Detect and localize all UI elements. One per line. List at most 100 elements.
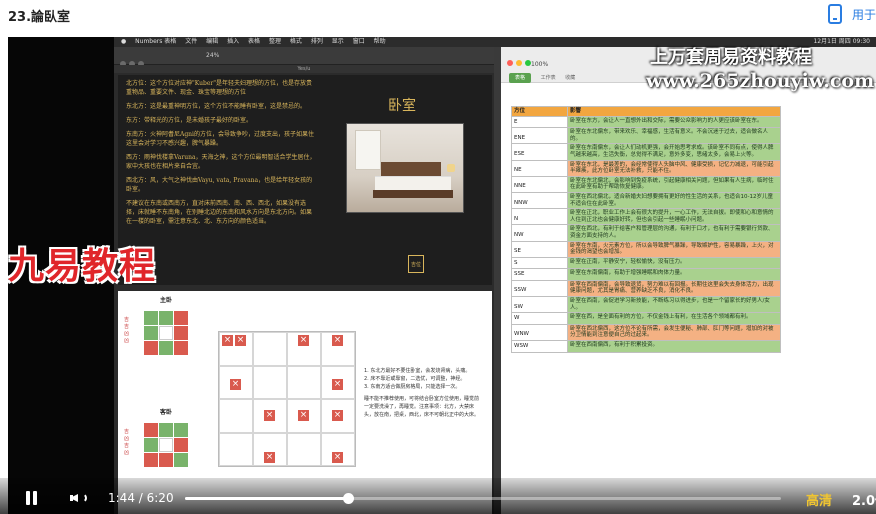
photo-window xyxy=(355,130,381,170)
minimize-dot-icon[interactable] xyxy=(516,60,522,66)
zoom-level[interactable]: 100% xyxy=(531,61,548,68)
phone-icon[interactable] xyxy=(828,4,842,24)
menu-format: 格式 xyxy=(289,38,302,45)
pause-button[interactable] xyxy=(26,491,38,505)
grid-cell xyxy=(253,365,287,399)
guest-bedroom-label: 客卧 xyxy=(160,409,173,416)
effect-cell[interactable]: 卧室在西南偏西，有利于积累投资。 xyxy=(567,340,781,353)
bedroom-heading: 卧室 xyxy=(388,98,416,114)
table-row: WSW 卧室在西南偏西，有利于积累投资。 xyxy=(511,340,781,353)
menu-app: Numbers 表格 xyxy=(135,38,177,45)
document-tab: Yes/u xyxy=(114,65,494,73)
direction-cell[interactable]: S xyxy=(511,256,568,270)
grid-cell xyxy=(219,399,253,433)
table-row: SSW 卧室在西南偏南，会导致退货，努力难以有回报。长期住这里会失去身体活力，出现… xyxy=(511,279,781,298)
quality-button[interactable]: 高清 xyxy=(806,490,832,509)
grid-cell xyxy=(287,365,321,399)
note-line: 睡不能不推荐使用，可将结合卧室方位使用，睡觉前一定要洗澡了，再睡觉。注意事项：北… xyxy=(364,396,480,418)
direction-cell[interactable]: ENE xyxy=(511,127,568,145)
direction-cell[interactable]: WSW xyxy=(511,340,568,353)
progress-fill xyxy=(185,497,348,500)
site-title-watermark: 上万套周易资料教程 xyxy=(650,47,812,68)
effect-cell[interactable]: 卧室在西南偏南，会导致退货，努力难以有回报。长期住这里会失去身体活力，出现健康问… xyxy=(567,279,781,298)
effect-cell[interactable]: 卧室在西北偏西，这方位不论有所需，会发生便秘、肺部、肛门等问题，增加的对被分卫情… xyxy=(567,323,781,342)
direction-cell[interactable]: WNW xyxy=(511,323,568,342)
floorplan-notes: 1. 东北方最好不要住卧室，会发烧肾病，头痛。 2. 床不靠近或靠窗，二选优，可… xyxy=(364,367,482,419)
speed-button[interactable]: 2.0倍 xyxy=(852,490,876,509)
video-player[interactable]: ● Numbers 表格 文件 编辑 插入 表格 整理 格式 排列 显示 窗口 … xyxy=(8,37,876,514)
effect-cell[interactable]: 卧室在东南偏东，会让人们动机更强，会开始思考求成。该卧室不同有点，使得人脾气越来… xyxy=(567,143,781,161)
menu-insert: 插入 xyxy=(227,38,240,45)
page: 23.論臥室 用于 ● Numbers 表格 文件 编辑 插入 表格 整理 格式… xyxy=(0,0,876,514)
menu-organize: 整理 xyxy=(268,38,281,45)
x-mark-icon: × xyxy=(235,335,246,346)
zoom-level: 24% xyxy=(206,52,220,59)
effect-cell[interactable]: 卧室在东南，火元素方位，所以会导致脾气暴躁，导致嫉妒性，容易暴躁，上火，对金钱的… xyxy=(567,240,781,258)
grid-cell: × xyxy=(287,399,321,433)
effect-cell[interactable]: 卧室在西，是全面有利的方位，不仅金钱上有利，在生活各个领域都有利。 xyxy=(567,312,781,325)
player-controls: 1:44 / 6:20 高清 2.0倍 xyxy=(0,478,876,514)
effect-cell[interactable]: 卧室在东北偏北，会影响到免疫系统，引起健康相关问题，但如果有人生病，临时住在此卧… xyxy=(567,175,781,193)
direction-cell[interactable]: NE xyxy=(511,159,568,177)
table-row: SW 卧室在西南，会促进学习新技能，不断练习以得进步，也是一个留家长的好男人/女人… xyxy=(511,296,781,314)
table-row: N 卧室在正北，职业工作上会有很大的提升，一心工作，无法自拔。即使和心和意情的人住… xyxy=(511,208,781,226)
apple-icon: ● xyxy=(121,38,127,45)
sheet-tab[interactable]: 收藏 xyxy=(565,75,575,81)
time-display: 1:44 / 6:20 xyxy=(108,491,174,505)
effect-cell[interactable]: 卧室在东南偏南，有助于增强睡眠和肉体力量。 xyxy=(567,268,781,281)
table-body: E 卧室在东方，会让人一直想外出和交际，需要公众影响力的人更应该卧室在东。 ENE 卧… xyxy=(511,115,781,353)
direction-cell[interactable]: ESE xyxy=(511,143,568,161)
grid-cell: × × xyxy=(219,332,253,366)
effect-cell[interactable]: 卧室在东北，是最差的，会经常使得人头脑中风、健康受损，记忆力减退，可能引起半瘫痪… xyxy=(567,159,781,177)
x-mark-icon: × xyxy=(264,451,275,463)
effect-cell[interactable]: 卧室在西北，有利于给客户和管理层的沟通，有利于口才，也有利于需要银行贷款、资金方… xyxy=(567,224,781,242)
direction-cell[interactable]: NNE xyxy=(511,175,568,193)
direction-cell[interactable]: SSE xyxy=(511,268,568,281)
lesson-title: 23.論臥室 xyxy=(8,10,71,25)
direction-cell[interactable]: SW xyxy=(511,296,568,314)
direction-cell[interactable]: SE xyxy=(511,240,568,258)
progress-bar[interactable] xyxy=(185,493,781,504)
direction-cell[interactable]: SSW xyxy=(511,279,568,298)
effect-cell[interactable]: 卧室在正北，职业工作上会有很大的提升，一心工作，无法自拔。即使和心和意情的人住到… xyxy=(567,208,781,226)
grid-cell: × xyxy=(321,432,355,466)
sheet-tab[interactable]: 工作表 xyxy=(541,75,556,81)
volume-icon[interactable] xyxy=(70,490,88,506)
paragraph: 东北方：这是最重神明方位，这个方位不能睡有卧室，这是禁忌的。 xyxy=(126,103,307,110)
table-row: SSE 卧室在东南偏南，有助于增强睡眠和肉体力量。 xyxy=(511,268,781,281)
grid-cell xyxy=(287,432,321,466)
table-row: NW 卧室在西北，有利于给客户和管理层的沟通，有利于口才，也有利于需要银行贷款、资… xyxy=(511,224,781,242)
menu-arrange: 排列 xyxy=(310,38,323,45)
master-bedroom-label: 主卧 xyxy=(160,297,173,304)
effect-cell[interactable]: 卧室在正南，平静安宁，轻松愉快，没有压力。 xyxy=(567,256,781,270)
direction-cell[interactable]: N xyxy=(511,208,568,226)
x-mark-icon: × xyxy=(332,451,343,463)
effect-cell[interactable]: 卧室在东北偏东，带来欢乐、幸福感，生活有意义。不会沉迷于过去，适合做名人的。 xyxy=(567,127,781,145)
sheet-tab-active[interactable]: 表格 xyxy=(509,73,532,83)
table-row: W 卧室在西，是全面有利的方位，不仅金钱上有利，在生活各个领域都有利。 xyxy=(511,312,781,325)
effect-cell[interactable]: 卧室在西南，会促进学习新技能，不断练习以得进步，也是一个留家长的好男人/女人。 xyxy=(567,296,781,314)
direction-cell[interactable]: NNW xyxy=(511,191,568,210)
user-link[interactable]: 用于 xyxy=(852,6,876,23)
table-row: NE 卧室在东北，是最差的，会经常使得人头脑中风、健康受损，记忆力减退，可能引起半… xyxy=(511,159,781,177)
table-row: S 卧室在正南，平静安宁，轻松愉快，没有压力。 xyxy=(511,256,781,270)
site-url-watermark: www.265zhouyiw.com xyxy=(646,70,875,92)
close-dot-icon[interactable] xyxy=(507,60,513,66)
direction-cell[interactable]: NW xyxy=(511,224,568,242)
effect-cell[interactable]: 卧室在东方，会让人一直想外出和交际，需要公众影响力的人更应该卧室在东。 xyxy=(567,115,781,129)
x-mark-icon: × xyxy=(332,378,343,390)
jiuyi-watermark: 九易教程 xyxy=(8,246,157,287)
current-time: 1:44 xyxy=(108,491,135,505)
direction-cell[interactable]: W xyxy=(511,312,568,325)
grid-cell: × xyxy=(253,432,287,466)
master-side-marks: 吉吉凶凶 xyxy=(124,317,130,344)
effect-cell[interactable]: 卧室在西北偏北，适合新婚夫妇想要拥有更好的性生活的关系，也适合10-12岁儿童不… xyxy=(567,191,781,210)
spreadsheet-window: 100% 表格 工作表 收藏 方位 影響 E 卧室在东方，会让人一直想外出和交际… xyxy=(501,47,876,514)
progress-knob[interactable] xyxy=(343,493,354,504)
grid-cell xyxy=(219,432,253,466)
menu-file: 文件 xyxy=(185,38,198,45)
deco-box: 吉位 xyxy=(408,255,424,273)
window-controls xyxy=(507,51,534,70)
direction-cell[interactable]: E xyxy=(511,115,568,129)
menu-help: 帮助 xyxy=(373,38,386,45)
